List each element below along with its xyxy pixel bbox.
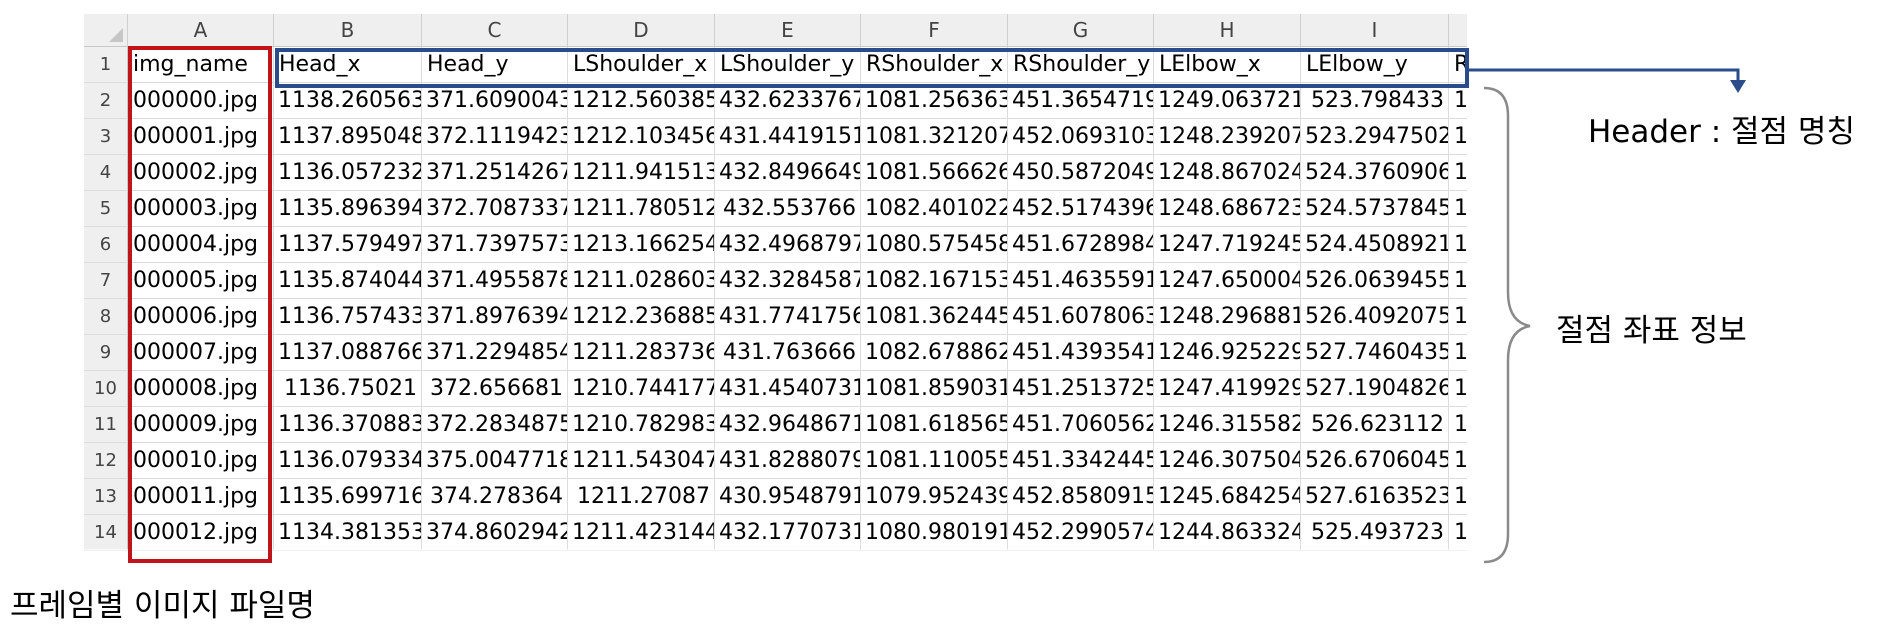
coordinates-annotation-label: 절점 좌표 정보 (1556, 313, 1747, 349)
header-annotation-label: Header : 절점 명칭 (1588, 114, 1855, 150)
curly-brace-icon (1483, 86, 1531, 564)
file-names-annotation-label: 프레임별 이미지 파일명 (10, 588, 315, 624)
header-connector-line (1469, 68, 1740, 83)
arrow-head-icon (1730, 80, 1746, 93)
